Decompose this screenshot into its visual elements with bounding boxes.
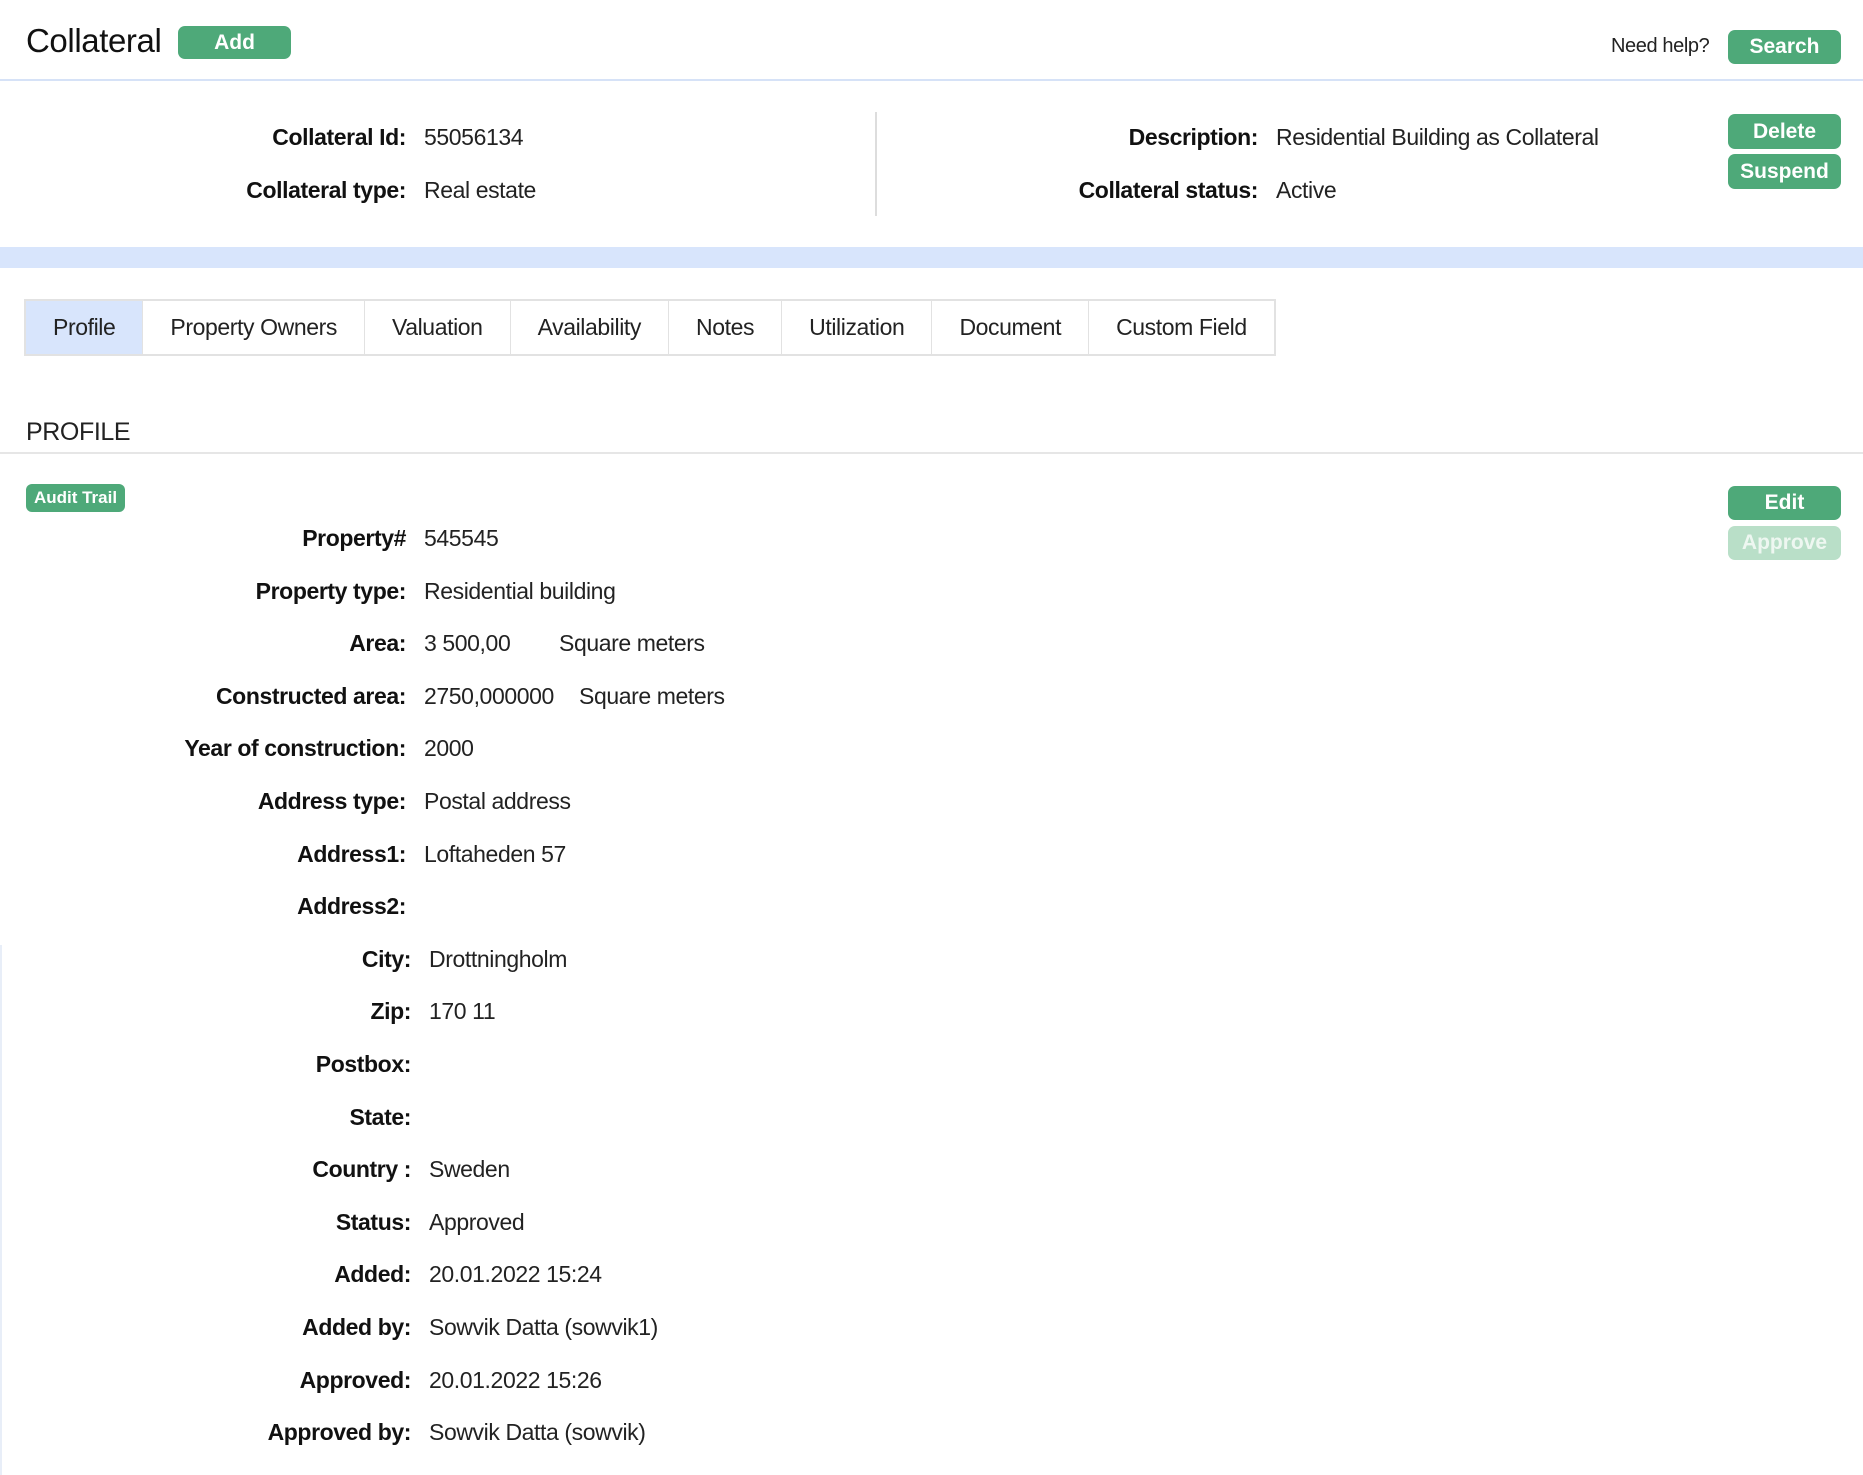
field-label: Collateral Id: [272,124,406,150]
field-value: Approved [429,1208,525,1235]
field-value: Sowvik Datta (sowvik1) [429,1314,658,1340]
field-label: Constructed area: [215,682,406,709]
field-value: Residential Building as Collateral [1276,124,1599,150]
audit-trail-button[interactable]: Audit Trail [26,484,125,512]
tab-notes[interactable]: Notes [668,301,781,354]
field-value: 20.01.2022 15:26 [429,1366,602,1393]
section-title: PROFILE [26,418,131,446]
field-value: 20.01.2022 15:24 [429,1261,602,1288]
tab-profile[interactable]: Profile [26,301,143,354]
tab-bar: Profile Property Owners Valuation Availa… [24,299,1276,356]
field-label: Description: [1128,124,1259,150]
field-value: 3 500,00 [424,630,511,657]
field-value: 2000 [424,735,474,762]
suspend-button[interactable]: Suspend [1728,154,1841,189]
divider [0,452,1863,454]
field-value: Active [1276,177,1337,203]
approve-button[interactable]: Approve [1728,526,1841,560]
field-value: Postal address [424,788,571,814]
field-label: City: [361,945,412,972]
field-label: Collateral type: [246,177,406,203]
field-label: Area: [349,630,406,657]
field-unit: Square meters [579,682,725,709]
edit-button[interactable]: Edit [1728,486,1841,520]
separator-band [0,247,1863,268]
field-value: Sowvik Datta (sowvik) [429,1419,646,1446]
field-label: Address1: [297,840,406,867]
field-label: Postbox: [315,1051,412,1077]
tab-availability[interactable]: Availability [509,301,668,354]
field-label: Address2: [297,893,406,920]
divider [0,945,2,1475]
field-value: 170 11 [429,998,496,1025]
field-value: Sweden [429,1156,510,1183]
field-value: 545545 [424,525,499,551]
field-label: Property# [302,525,406,551]
field-label: Year of construction: [184,735,406,762]
tab-utilization[interactable]: Utilization [781,301,931,354]
tab-valuation[interactable]: Valuation [363,301,510,354]
field-label: Approved: [299,1366,412,1393]
field-label: Status: [335,1208,412,1235]
tab-custom-field[interactable]: Custom Field [1088,301,1274,354]
search-button[interactable]: Search [1728,30,1841,64]
field-value: 2750,000000 [424,682,554,709]
need-help-link[interactable]: Need help? [1611,35,1710,58]
page-title: Collateral [26,22,162,59]
field-label: Address type: [257,788,407,814]
field-value: Residential building [424,577,616,604]
field-label: Approved by: [267,1419,412,1446]
field-value: 55056134 [424,124,524,150]
field-label: State: [349,1103,411,1130]
field-unit: Square meters [559,630,705,657]
field-label: Added by: [302,1314,411,1340]
field-label: Country : [312,1156,411,1183]
tab-property-owners[interactable]: Property Owners [142,301,364,354]
delete-button[interactable]: Delete [1728,114,1841,149]
field-label: Property type: [255,577,407,604]
add-button[interactable]: Add [178,26,291,59]
tab-document[interactable]: Document [931,301,1088,354]
field-value: Loftaheden 57 [424,840,566,867]
field-label: Added: [334,1261,411,1288]
field-value: Drottningholm [429,945,567,972]
top-bar: Collateral Add Need help? Search [0,0,1863,81]
field-label: Collateral status: [1078,177,1259,203]
field-value: Real estate [424,177,536,203]
field-label: Zip: [370,998,411,1025]
